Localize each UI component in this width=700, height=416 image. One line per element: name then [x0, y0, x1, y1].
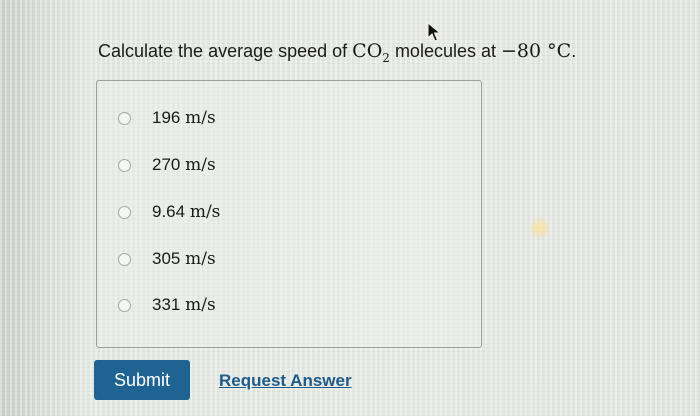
radio-button[interactable] [118, 158, 131, 172]
answer-option[interactable]: 9.64 m/s [118, 200, 220, 224]
question-period: . [571, 41, 577, 61]
radio-button[interactable] [118, 252, 131, 266]
radio-button[interactable] [118, 205, 131, 219]
option-label: 196 m/s [152, 108, 216, 128]
temperature-value: −80 °C [501, 40, 572, 62]
question-text: Calculate the average speed of CO2 molec… [98, 40, 576, 65]
answer-option[interactable]: 305 m/s [118, 247, 216, 271]
radio-button[interactable] [118, 298, 131, 312]
option-label: 270 m/s [152, 155, 216, 175]
molecule-formula: CO2 [352, 40, 390, 65]
question-prefix: Calculate the average speed of [98, 41, 353, 61]
answer-option[interactable]: 331 m/s [118, 293, 216, 317]
submit-button[interactable]: Submit [94, 360, 190, 400]
option-label: 305 m/s [152, 249, 216, 269]
request-answer-link[interactable]: Request Answer [219, 371, 352, 391]
answer-option[interactable]: 270 m/s [118, 153, 216, 177]
light-glare [530, 218, 550, 238]
radio-button[interactable] [118, 111, 131, 125]
mouse-pointer-icon [427, 21, 443, 49]
answer-option[interactable]: 196 m/s [118, 106, 216, 130]
option-label: 9.64 m/s [152, 202, 221, 222]
question-middle: molecules at [389, 41, 501, 61]
option-label: 331 m/s [152, 295, 216, 315]
